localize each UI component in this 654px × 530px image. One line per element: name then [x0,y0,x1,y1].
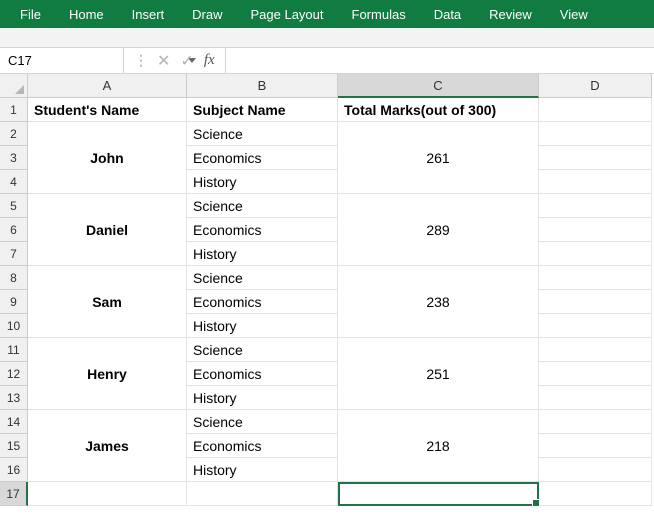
cell-A11-merged[interactable]: Henry [28,338,187,410]
formula-bar-buttons: ⋮ ✕ ✓ fx [124,48,226,73]
cell-A14-merged[interactable]: James [28,410,187,482]
cell-B1[interactable]: Subject Name [187,98,338,122]
row-header-13[interactable]: 13 [0,386,28,410]
cell-C11-merged[interactable]: 251 [338,338,539,410]
col-header-C[interactable]: C [338,74,539,98]
row-header-17[interactable]: 17 [0,482,28,506]
row-header-3[interactable]: 3 [0,146,28,170]
ribbon-tab-file[interactable]: File [6,0,55,28]
cell-D4[interactable] [539,170,652,194]
ribbon-tab-data[interactable]: Data [420,0,475,28]
row-header-16[interactable]: 16 [0,458,28,482]
col-header-D[interactable]: D [539,74,652,98]
drag-handle-icon: ⋮ [134,52,147,69]
cell-A17[interactable] [28,482,187,506]
cell-C17[interactable] [338,482,539,506]
cell-C2-merged[interactable]: 261 [338,122,539,194]
cell-D6[interactable] [539,218,652,242]
row-header-2[interactable]: 2 [0,122,28,146]
cell-D10[interactable] [539,314,652,338]
cell-B13[interactable]: History [187,386,338,410]
cell-B5[interactable]: Science [187,194,338,218]
cell-A5-merged[interactable]: Daniel [28,194,187,266]
cell-C14-merged[interactable]: 218 [338,410,539,482]
cell-D1[interactable] [539,98,652,122]
cell-B10[interactable]: History [187,314,338,338]
cell-B11[interactable]: Science [187,338,338,362]
cell-B12[interactable]: Economics [187,362,338,386]
cell-D12[interactable] [539,362,652,386]
cell-B16[interactable]: History [187,458,338,482]
row-header-7[interactable]: 7 [0,242,28,266]
ribbon: File Home Insert Draw Page Layout Formul… [0,0,654,28]
col-header-B[interactable]: B [187,74,338,98]
spreadsheet-grid[interactable]: A B C D 1 Student's Name Subject Name To… [0,74,654,506]
formula-bar-row: ⋮ ✕ ✓ fx [0,48,654,74]
cell-C1[interactable]: Total Marks(out of 300) [338,98,539,122]
row-header-9[interactable]: 9 [0,290,28,314]
cell-D15[interactable] [539,434,652,458]
name-box-wrap[interactable] [0,48,124,73]
cell-D3[interactable] [539,146,652,170]
cell-D13[interactable] [539,386,652,410]
ribbon-tab-formulas[interactable]: Formulas [338,0,420,28]
cell-D8[interactable] [539,266,652,290]
row-header-1[interactable]: 1 [0,98,28,122]
ribbon-tab-view[interactable]: View [546,0,602,28]
ribbon-spacer [0,28,654,48]
enter-icon[interactable]: ✓ [180,51,193,71]
row-header-5[interactable]: 5 [0,194,28,218]
cell-D17[interactable] [539,482,652,506]
ribbon-tab-review[interactable]: Review [475,0,546,28]
cell-D16[interactable] [539,458,652,482]
cell-B8[interactable]: Science [187,266,338,290]
row-header-11[interactable]: 11 [0,338,28,362]
row-header-10[interactable]: 10 [0,314,28,338]
ribbon-tab-insert[interactable]: Insert [118,0,179,28]
cell-A1[interactable]: Student's Name [28,98,187,122]
cell-B6[interactable]: Economics [187,218,338,242]
cell-D5[interactable] [539,194,652,218]
ribbon-tab-page-layout[interactable]: Page Layout [237,0,338,28]
cell-D9[interactable] [539,290,652,314]
cell-B17[interactable] [187,482,338,506]
cell-C5-merged[interactable]: 289 [338,194,539,266]
cell-B7[interactable]: History [187,242,338,266]
row-header-12[interactable]: 12 [0,362,28,386]
fx-icon[interactable]: fx [204,52,215,69]
cell-B15[interactable]: Economics [187,434,338,458]
cell-A2-merged[interactable]: John [28,122,187,194]
cell-C8-merged[interactable]: 238 [338,266,539,338]
cell-A8-merged[interactable]: Sam [28,266,187,338]
cell-B2[interactable]: Science [187,122,338,146]
ribbon-tab-draw[interactable]: Draw [178,0,236,28]
row-header-14[interactable]: 14 [0,410,28,434]
row-header-4[interactable]: 4 [0,170,28,194]
row-header-8[interactable]: 8 [0,266,28,290]
cell-B4[interactable]: History [187,170,338,194]
select-all-corner[interactable] [0,74,28,98]
cell-D7[interactable] [539,242,652,266]
cell-B14[interactable]: Science [187,410,338,434]
cell-B3[interactable]: Economics [187,146,338,170]
cell-B9[interactable]: Economics [187,290,338,314]
cancel-icon[interactable]: ✕ [157,51,170,71]
cell-D14[interactable] [539,410,652,434]
ribbon-tab-home[interactable]: Home [55,0,118,28]
col-header-A[interactable]: A [28,74,187,98]
cell-D11[interactable] [539,338,652,362]
cell-D2[interactable] [539,122,652,146]
row-header-6[interactable]: 6 [0,218,28,242]
row-header-15[interactable]: 15 [0,434,28,458]
formula-input[interactable] [226,48,654,73]
